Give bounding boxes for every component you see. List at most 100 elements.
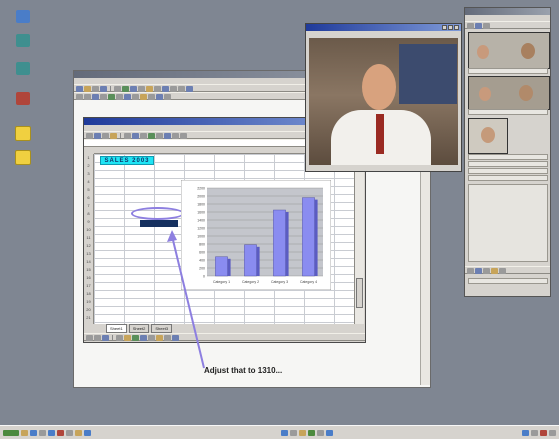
- participant-video-3[interactable]: [468, 118, 508, 154]
- toolbar-icon[interactable]: [116, 94, 123, 100]
- vertical-scrollbar[interactable]: [354, 148, 364, 324]
- toolbar-icon[interactable]: [164, 94, 171, 100]
- toolbar-icon[interactable]: [475, 268, 482, 274]
- chart-bar[interactable]: [273, 209, 286, 277]
- taskbar-icon[interactable]: [57, 429, 64, 436]
- taskbar-icon[interactable]: [30, 429, 37, 436]
- minimize-button[interactable]: [442, 25, 447, 30]
- video-title-bar: [306, 24, 461, 31]
- tray-icon[interactable]: [522, 429, 529, 436]
- sheet-tab[interactable]: Sheet1: [106, 324, 127, 333]
- desktop-icon-4[interactable]: [6, 92, 40, 106]
- participants-controls: [465, 266, 550, 274]
- desktop-icon-2[interactable]: [6, 34, 40, 48]
- toolbar-icon[interactable]: [94, 335, 101, 341]
- participant-caption: [468, 168, 548, 174]
- sheet-tab[interactable]: Sheet2: [128, 324, 150, 333]
- desktop-icon-6[interactable]: [6, 150, 40, 166]
- scrollbar-thumb[interactable]: [356, 278, 363, 308]
- bookshelf: [399, 44, 457, 104]
- taskbar-icon[interactable]: [66, 429, 73, 436]
- chart-bar-side: [256, 246, 260, 276]
- folder-icon: [15, 150, 31, 165]
- close-button[interactable]: [454, 25, 459, 30]
- participant-person: [477, 45, 489, 59]
- participant-caption: [468, 175, 548, 181]
- participants-list: [468, 184, 548, 262]
- toolbar-icon[interactable]: [132, 94, 139, 100]
- tray-icon[interactable]: [549, 429, 556, 436]
- row-headers: 1 2 3 4 5 6 7 8 9 10 11 12 13 14 15 16 17 18 19 20 21: [84, 154, 94, 324]
- start-button[interactable]: [3, 429, 19, 436]
- y-tick-label: 1600: [197, 211, 205, 215]
- participants-toolbar: [465, 21, 550, 29]
- taskbar-icon[interactable]: [84, 429, 91, 436]
- toolbar-icon[interactable]: [467, 23, 474, 29]
- video-window: [305, 23, 462, 172]
- taskbar-icon[interactable]: [307, 429, 315, 436]
- toolbar-icon[interactable]: [467, 268, 474, 274]
- taskbar-icon[interactable]: [280, 429, 288, 436]
- presenter-tie: [376, 114, 384, 154]
- sheet-tabs: Sheet1 Sheet2 Sheet3: [84, 324, 365, 333]
- desktop-icon-5[interactable]: [6, 126, 40, 142]
- y-tick-label: 1800: [197, 203, 205, 207]
- taskbar-icon[interactable]: [75, 429, 82, 436]
- network-icon: [16, 34, 30, 47]
- taskbar-icon[interactable]: [289, 429, 297, 436]
- toolbar-icon[interactable]: [475, 23, 482, 29]
- toolbar-icon[interactable]: [499, 268, 506, 274]
- taskbar: [0, 425, 559, 439]
- annotation-arrow: [167, 230, 205, 369]
- taskbar-icon[interactable]: [316, 429, 324, 436]
- toolbar-icon[interactable]: [156, 94, 163, 100]
- toolbar-icon[interactable]: [108, 94, 115, 100]
- y-tick-label: 2000: [197, 195, 205, 199]
- toolbar-icon[interactable]: [102, 335, 109, 341]
- toolbar-icon[interactable]: [483, 268, 490, 274]
- toolbar-icon[interactable]: [148, 94, 155, 100]
- participant-video-1[interactable]: [468, 32, 550, 69]
- participant-video-2[interactable]: [468, 76, 550, 110]
- sheet-title-cell[interactable]: SALES 2003: [100, 156, 154, 165]
- desktop-icon-3[interactable]: [6, 62, 40, 76]
- chart-bar[interactable]: [244, 244, 257, 277]
- tray-icon[interactable]: [540, 429, 547, 436]
- participant-caption: [468, 68, 548, 74]
- toolbar-icon[interactable]: [76, 94, 83, 100]
- participant-caption: [468, 161, 548, 167]
- taskbar-icon[interactable]: [21, 429, 28, 436]
- toolbar-icon[interactable]: [124, 335, 131, 341]
- computer-icon: [16, 10, 30, 23]
- toolbar-icon[interactable]: [148, 335, 155, 341]
- chart-bar-side: [285, 212, 289, 276]
- taskbar-icon[interactable]: [298, 429, 306, 436]
- participant-caption: [468, 109, 548, 115]
- toolbar-icon[interactable]: [92, 94, 99, 100]
- drawing-toolbar: [84, 333, 365, 341]
- toolbar-icon[interactable]: [483, 23, 490, 29]
- selected-cell[interactable]: [140, 220, 178, 227]
- chart-bar[interactable]: [302, 197, 315, 277]
- y-tick-label: 1400: [197, 219, 205, 223]
- toolbar-icon[interactable]: [491, 268, 498, 274]
- chart-bar-side: [227, 258, 231, 276]
- maximize-button[interactable]: [448, 25, 453, 30]
- tray-icon[interactable]: [531, 429, 538, 436]
- participants-title-bar: [465, 8, 550, 15]
- taskbar-icon[interactable]: [39, 429, 46, 436]
- toolbar-icon[interactable]: [84, 94, 91, 100]
- taskbar-icon[interactable]: [48, 429, 55, 436]
- taskbar-icon[interactable]: [325, 429, 333, 436]
- toolbar-icon[interactable]: [124, 94, 131, 100]
- toolbar-icon[interactable]: [132, 335, 139, 341]
- desktop-icon-1[interactable]: [6, 10, 40, 24]
- toolbar-icon[interactable]: [116, 335, 123, 341]
- toolbar-icon[interactable]: [140, 335, 147, 341]
- folder-icon: [15, 126, 31, 141]
- toolbar-icon[interactable]: [140, 94, 147, 100]
- highlight-ellipse: [131, 207, 184, 220]
- toolbar-icon[interactable]: [100, 94, 107, 100]
- video-menubar: [306, 31, 461, 37]
- toolbar-icon[interactable]: [86, 335, 93, 341]
